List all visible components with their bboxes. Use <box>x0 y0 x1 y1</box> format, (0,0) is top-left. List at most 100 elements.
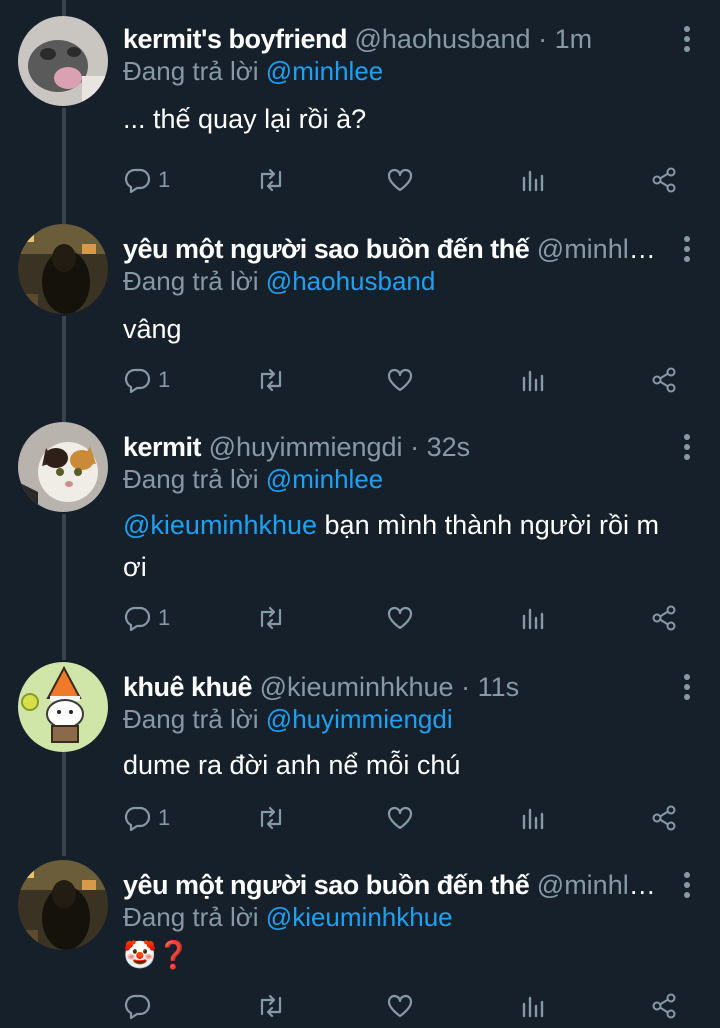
user-handle[interactable]: @haohusband <box>355 24 531 54</box>
comment-bubble-icon <box>124 806 151 832</box>
tweet-text: 🤡❓ <box>123 940 191 970</box>
user-handle[interactable]: @minhlee <box>537 234 659 264</box>
bar-chart-icon <box>522 996 544 1018</box>
display-name[interactable]: kermit's boyfriend <box>123 24 347 54</box>
like-button[interactable] <box>386 986 414 1026</box>
display-name[interactable]: khuê khuê <box>123 672 253 702</box>
replying-to-mention[interactable]: @minhlee <box>266 56 383 86</box>
separator-dot: · <box>410 432 420 462</box>
replying-to-mention[interactable]: @kieuminhkhue <box>266 902 453 932</box>
user-handle[interactable]: @huyimmiengdi <box>209 432 403 462</box>
retweet-icon <box>260 606 282 630</box>
reply-button[interactable]: 1 <box>124 360 170 400</box>
tweet-body: vâng <box>123 308 680 350</box>
tweet[interactable]: kermit's boyfriend @haohusband · 1m Đang… <box>0 0 720 220</box>
analytics-button[interactable] <box>520 986 544 1026</box>
timestamp[interactable]: 32s <box>427 432 471 462</box>
share-button[interactable] <box>650 160 678 200</box>
body-mention[interactable]: @kieuminhkhue <box>123 510 317 540</box>
replying-to: Đang trả lời @haohusband <box>123 265 435 297</box>
share-button[interactable] <box>650 798 678 838</box>
comment-bubble-icon <box>124 368 151 394</box>
more-options-icon[interactable] <box>682 674 692 704</box>
reply-button[interactable]: 1 <box>124 598 170 638</box>
analytics-button[interactable] <box>520 798 544 838</box>
replying-prefix: Đang trả lời <box>123 464 259 494</box>
avatar[interactable] <box>18 860 108 950</box>
bar-chart-icon <box>522 808 544 830</box>
dark-street-avatar-image <box>18 860 108 950</box>
tweet-header: yêu một người sao buồn đến thế @minhlee … <box>123 232 660 266</box>
tweet-header: kermit's boyfriend @haohusband · 1m <box>123 22 660 56</box>
share-icon <box>652 367 676 393</box>
retweet-button[interactable] <box>256 798 286 838</box>
share-button[interactable] <box>650 598 678 638</box>
tweet[interactable]: yêu một người sao buồn đến thế @minhlee … <box>0 846 720 1028</box>
like-button[interactable] <box>386 798 414 838</box>
retweet-button[interactable] <box>256 360 286 400</box>
replying-to: Đang trả lời @huyimmiengdi <box>123 703 453 735</box>
analytics-button[interactable] <box>520 360 544 400</box>
replying-to: Đang trả lời @minhlee <box>123 463 383 495</box>
replying-prefix: Đang trả lời <box>123 704 259 734</box>
avatar[interactable] <box>18 16 108 106</box>
like-button[interactable] <box>386 598 414 638</box>
heart-icon <box>387 368 413 392</box>
reply-count: 1 <box>158 367 171 392</box>
reply-count: 1 <box>158 805 171 830</box>
tweet-actions: 1 <box>0 798 720 838</box>
retweet-button[interactable] <box>256 160 286 200</box>
reply-button[interactable]: 1 <box>124 160 170 200</box>
timestamp[interactable]: 1m <box>555 24 593 54</box>
comment-bubble-icon <box>124 168 151 194</box>
tweet-text: dume ra đời anh nể mỗi chú <box>123 750 461 780</box>
avatar[interactable] <box>18 422 108 512</box>
separator-dot: · <box>538 24 548 54</box>
replying-prefix: Đang trả lời <box>123 902 259 932</box>
tweet-text: vâng <box>123 314 182 344</box>
tweet[interactable]: khuê khuê @kieuminhkhue · 11s Đang trả l… <box>0 648 720 848</box>
retweet-icon <box>260 806 282 830</box>
retweet-icon <box>260 368 282 392</box>
reply-button[interactable]: 1 <box>124 798 170 838</box>
tweet-actions: 1 <box>0 360 720 400</box>
tweet[interactable]: yêu một người sao buồn đến thế @minhlee … <box>0 210 720 410</box>
tweet[interactable]: kermit @huyimmiengdi · 32s Đang trả lời … <box>0 408 720 648</box>
more-options-icon[interactable] <box>682 236 692 266</box>
more-options-icon[interactable] <box>682 26 692 56</box>
more-options-icon[interactable] <box>682 434 692 464</box>
comment-bubble-icon <box>124 606 151 632</box>
more-options-icon[interactable] <box>682 872 692 902</box>
reply-button[interactable] <box>124 986 158 1026</box>
analytics-button[interactable] <box>520 160 544 200</box>
share-button[interactable] <box>650 986 678 1026</box>
like-button[interactable] <box>386 360 414 400</box>
replying-to-mention[interactable]: @minhlee <box>266 464 383 494</box>
share-button[interactable] <box>650 360 678 400</box>
display-name[interactable]: yêu một người sao buồn đến thế <box>123 234 530 264</box>
timestamp[interactable]: 11s <box>478 672 520 702</box>
comment-bubble-icon <box>124 994 151 1020</box>
replying-prefix: Đang trả lời <box>123 56 259 86</box>
user-handle[interactable]: @kieuminhkhue <box>260 672 454 702</box>
heart-icon <box>387 994 413 1018</box>
replying-to-mention[interactable]: @haohusband <box>266 266 436 296</box>
retweet-button[interactable] <box>256 598 286 638</box>
user-handle[interactable]: @minhlee <box>537 870 659 900</box>
analytics-button[interactable] <box>520 598 544 638</box>
replying-to-mention[interactable]: @huyimmiengdi <box>266 704 453 734</box>
retweet-button[interactable] <box>256 986 286 1026</box>
display-name[interactable]: kermit <box>123 432 202 462</box>
replying-to: Đang trả lời @kieuminhkhue <box>123 901 453 933</box>
avatar[interactable] <box>18 224 108 314</box>
display-name[interactable]: yêu một người sao buồn đến thế <box>123 870 530 900</box>
retweet-icon <box>260 168 282 192</box>
calico-cat-avatar-image <box>18 422 108 512</box>
bar-chart-icon <box>522 608 544 630</box>
tweet-body: @kieuminhkhue bạn mình thành người rồi m… <box>123 504 680 588</box>
like-button[interactable] <box>386 160 414 200</box>
reply-thread-feed: kermit's boyfriend @haohusband · 1m Đang… <box>0 0 720 1028</box>
tweet-header: khuê khuê @kieuminhkhue · 11s <box>123 670 660 704</box>
reply-count: 1 <box>158 167 171 192</box>
avatar[interactable] <box>18 662 108 752</box>
